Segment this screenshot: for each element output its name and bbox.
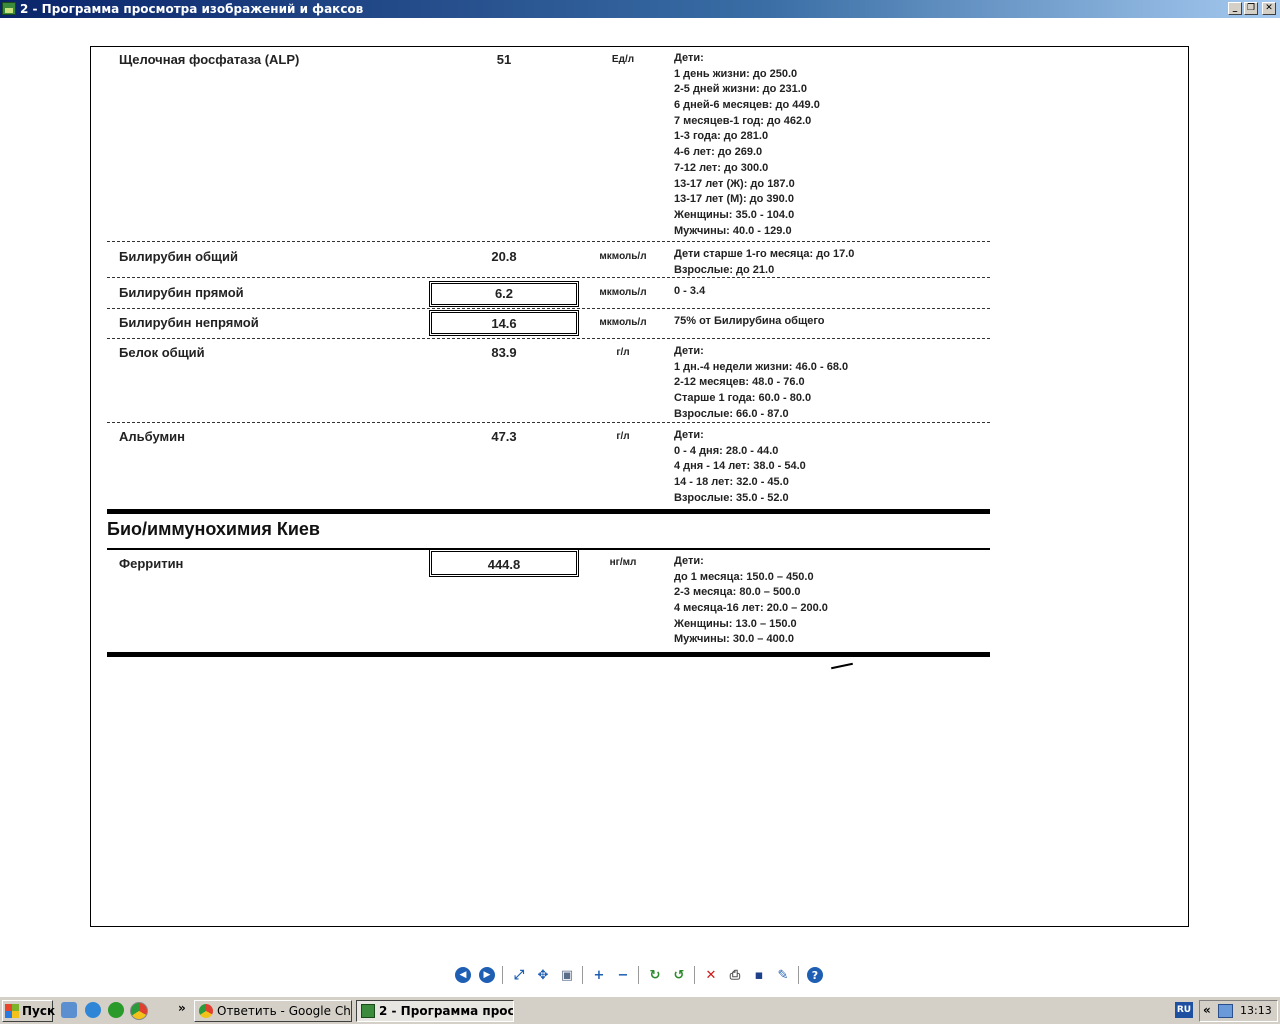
delete-button[interactable]: ✕ xyxy=(701,965,721,985)
previous-image-button[interactable]: ◀ xyxy=(453,965,473,985)
image-viewer-app-icon[interactable] xyxy=(2,2,16,15)
section-divider xyxy=(107,509,990,514)
test-value: 47.3 xyxy=(491,429,517,444)
image-viewer-icon xyxy=(361,1004,375,1018)
section-divider xyxy=(107,652,990,657)
test-name: Щелочная фосфатаза (ALP) xyxy=(119,52,300,67)
test-unit: нг/мл xyxy=(609,557,637,568)
slideshow-icon: ▣ xyxy=(560,967,574,983)
quicklaunch-more-button[interactable]: » xyxy=(178,1001,186,1015)
rotate-counterclockwise-button[interactable]: ↺ xyxy=(669,965,689,985)
rotate-counterclockwise-icon: ↺ xyxy=(673,967,685,983)
actual-size-button[interactable]: ✥ xyxy=(533,965,553,985)
row-divider xyxy=(107,277,990,278)
row-divider xyxy=(107,308,990,309)
toolbar-separator xyxy=(582,966,583,984)
slideshow-button[interactable]: ▣ xyxy=(557,965,577,985)
chrome-icon xyxy=(199,1004,213,1018)
test-value: 444.8 xyxy=(487,557,521,572)
previous-icon: ◀ xyxy=(455,967,471,983)
window-title: 2 - Программа просмотра изображений и фа… xyxy=(20,2,364,16)
internet-explorer-icon[interactable] xyxy=(85,1002,101,1018)
test-value: 51 xyxy=(496,52,512,67)
zoom-in-button[interactable]: + xyxy=(589,965,609,985)
test-name: Альбумин xyxy=(119,429,186,444)
network-icon[interactable] xyxy=(1218,1004,1233,1018)
language-indicator[interactable]: RU xyxy=(1175,1002,1193,1018)
utorrent-icon[interactable] xyxy=(108,1002,124,1018)
toolbar-separator xyxy=(694,966,695,984)
test-unit: мкмоль/л xyxy=(599,287,647,298)
test-name: Ферритин xyxy=(119,556,184,571)
clock[interactable]: 13:13 xyxy=(1240,1004,1272,1017)
task-label: Ответить - Google Chro... xyxy=(217,1004,351,1018)
row-divider xyxy=(107,422,990,423)
taskbar: Пуск » Ответить - Google Chro... 2 - Про… xyxy=(0,996,1280,1024)
test-name: Билирубин непрямой xyxy=(119,315,259,330)
zoom-in-icon: + xyxy=(593,967,605,983)
start-label: Пуск xyxy=(22,1004,56,1018)
test-unit: мкмоль/л xyxy=(599,251,647,262)
document-page: Щелочная фосфатаза (ALP) 51 Ед/л Дети: 1 … xyxy=(90,46,1189,927)
toolbar-separator xyxy=(502,966,503,984)
test-unit: Ед/л xyxy=(611,54,635,65)
open-for-editing-button[interactable]: ✎ xyxy=(773,965,793,985)
test-unit: мкмоль/л xyxy=(599,317,647,328)
toolbar-separator xyxy=(798,966,799,984)
help-icon: ? xyxy=(807,967,823,983)
print-button[interactable]: ⎙ xyxy=(725,965,745,985)
toolbar-separator xyxy=(638,966,639,984)
best-fit-icon: ⤢ xyxy=(513,967,525,983)
save-button[interactable]: ▪ xyxy=(749,965,769,985)
task-button-chrome[interactable]: Ответить - Google Chro... xyxy=(194,1000,352,1022)
tray-expand-button[interactable]: « xyxy=(1203,1003,1211,1017)
minimize-button[interactable]: _ xyxy=(1228,2,1242,15)
section-title: Био/иммунохимия Киев xyxy=(107,519,320,539)
task-button-image-viewer[interactable]: 2 - Программа просм... xyxy=(356,1000,514,1022)
reference-range: Дети: 0 - 4 дня: 28.0 - 44.0 4 дня - 14 ле… xyxy=(674,429,806,504)
test-value: 20.8 xyxy=(491,249,517,264)
edit-icon: ✎ xyxy=(777,967,789,983)
actual-size-icon: ✥ xyxy=(537,967,549,983)
viewer-toolbar: ◀ ▶ ⤢ ✥ ▣ + − ↻ ↺ ✕ ⎙ ▪ ✎ ? xyxy=(452,964,832,986)
reference-range: 75% от Билирубина общего xyxy=(674,315,825,327)
print-icon: ⎙ xyxy=(729,967,741,983)
rotate-clockwise-icon: ↻ xyxy=(649,967,661,983)
close-button[interactable]: ✕ xyxy=(1262,2,1276,15)
next-image-button[interactable]: ▶ xyxy=(477,965,497,985)
reference-range: Дети старше 1-го месяца: до 17.0 Взрослые… xyxy=(674,248,855,276)
test-value: 83.9 xyxy=(491,345,517,360)
next-icon: ▶ xyxy=(479,967,495,983)
reference-range: 0 - 3.4 xyxy=(674,285,706,297)
help-button[interactable]: ? xyxy=(805,965,825,985)
reference-range: Дети: до 1 месяца: 150.0 – 450.0 2-3 месяц… xyxy=(674,555,828,646)
windows-logo-icon xyxy=(5,1004,19,1018)
start-button[interactable]: Пуск xyxy=(2,1000,56,1022)
best-fit-button[interactable]: ⤢ xyxy=(509,965,529,985)
save-icon: ▪ xyxy=(754,967,764,983)
task-label: 2 - Программа просм... xyxy=(379,1004,514,1018)
reference-range: Дети: 1 дн.-4 недели жизни: 46.0 - 68.0 2-… xyxy=(674,345,849,420)
row-divider xyxy=(107,241,990,242)
show-desktop-icon[interactable] xyxy=(61,1002,77,1018)
chrome-icon[interactable] xyxy=(130,1002,148,1020)
test-name: Белок общий xyxy=(119,345,205,360)
test-value: 6.2 xyxy=(494,286,514,301)
system-tray: « 13:13 xyxy=(1199,1000,1278,1022)
rotate-clockwise-button[interactable]: ↻ xyxy=(645,965,665,985)
restore-button[interactable]: ❐ xyxy=(1244,2,1258,15)
zoom-out-button[interactable]: − xyxy=(613,965,633,985)
test-name: Билирубин прямой xyxy=(119,285,244,300)
delete-icon: ✕ xyxy=(705,967,717,983)
test-unit: г/л xyxy=(616,431,630,442)
pen-mark xyxy=(831,662,853,670)
row-divider xyxy=(107,338,990,339)
window-title-bar[interactable]: 2 - Программа просмотра изображений и фа… xyxy=(0,0,1280,18)
test-name: Билирубин общий xyxy=(119,249,238,264)
test-value: 14.6 xyxy=(491,316,517,331)
reference-range: Дети: 1 день жизни: до 250.0 2-5 дней жизн… xyxy=(674,52,820,237)
test-unit: г/л xyxy=(616,347,630,358)
zoom-out-icon: − xyxy=(617,967,629,983)
